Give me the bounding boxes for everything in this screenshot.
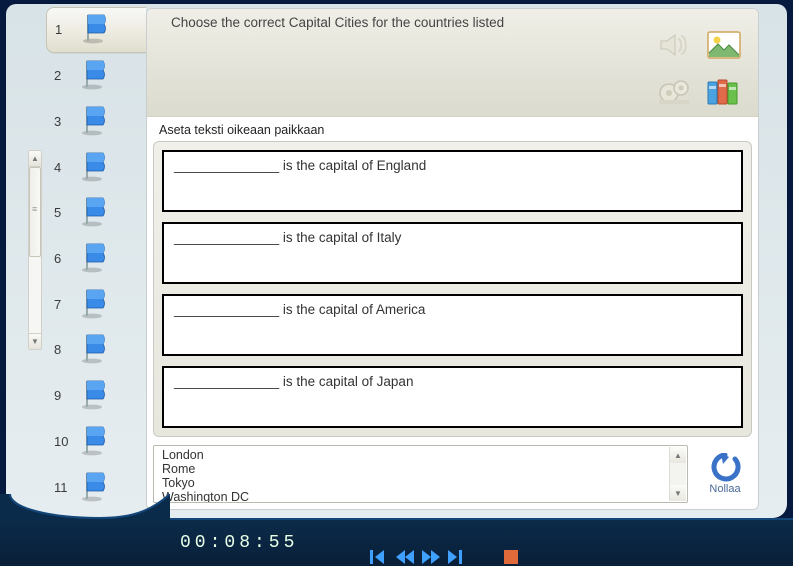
nav-scroll-up[interactable]: ▲ bbox=[29, 151, 41, 167]
main-panel: Choose the correct Capital Cities for th… bbox=[146, 8, 759, 510]
nav-item-10[interactable]: 10 bbox=[46, 419, 146, 465]
nav-scroll-thumb[interactable] bbox=[29, 167, 41, 257]
nav-item-number: 1 bbox=[55, 22, 73, 37]
nav-item-number: 3 bbox=[54, 114, 72, 129]
fill-blank-row-1[interactable]: ______________ is the capital of England bbox=[162, 150, 743, 212]
nav-item-3[interactable]: 3 bbox=[46, 99, 146, 145]
nav-item-number: 10 bbox=[54, 434, 72, 449]
options-scroll-up[interactable]: ▲ bbox=[670, 447, 686, 463]
skip-back-button[interactable] bbox=[370, 550, 388, 564]
undo-icon bbox=[707, 453, 743, 483]
bottom-bar-curve bbox=[0, 494, 170, 520]
nav-item-number: 6 bbox=[54, 251, 72, 266]
question-body: ______________ is the capital of England… bbox=[153, 141, 752, 437]
options-scrollbar[interactable]: ▲ ▼ bbox=[669, 447, 686, 501]
flag-icon bbox=[78, 423, 112, 460]
timer-display: 00:08:55 bbox=[180, 533, 298, 553]
nav-item-9[interactable]: 9 bbox=[46, 373, 146, 419]
flag-icon bbox=[78, 194, 112, 231]
nav-item-number: 5 bbox=[54, 205, 72, 220]
nav-item-number: 9 bbox=[54, 388, 72, 403]
answer-option[interactable]: Rome bbox=[162, 462, 667, 476]
work-area: ▲ ▼ 1 2 3 4 5 6 7 8 9 10 11 Choose the correct Cap… bbox=[6, 4, 787, 518]
flag-icon bbox=[79, 11, 113, 48]
files-icon[interactable] bbox=[702, 71, 746, 111]
flag-icon bbox=[78, 149, 112, 186]
options-row: LondonRomeTokyoWashington DC ▲ ▼ Nollaa bbox=[147, 441, 758, 509]
fill-blank-row-2[interactable]: ______________ is the capital of Italy bbox=[162, 222, 743, 284]
skip-forward-button[interactable] bbox=[448, 550, 466, 564]
rewind-button[interactable] bbox=[396, 550, 414, 564]
fast-forward-button[interactable] bbox=[422, 550, 440, 564]
answer-option[interactable]: Washington DC bbox=[162, 490, 667, 503]
image-icon[interactable] bbox=[702, 25, 746, 65]
answer-option[interactable]: Tokyo bbox=[162, 476, 667, 490]
video-icon[interactable] bbox=[652, 71, 696, 111]
instruction-text: Aseta teksti oikeaan paikkaan bbox=[147, 117, 758, 139]
options-scroll-track[interactable] bbox=[670, 463, 686, 485]
nav-item-number: 4 bbox=[54, 160, 72, 175]
flag-icon bbox=[78, 103, 112, 140]
flag-icon bbox=[78, 377, 112, 414]
fill-blank-row-3[interactable]: ______________ is the capital of America bbox=[162, 294, 743, 356]
nav-item-5[interactable]: 5 bbox=[46, 190, 146, 236]
question-header: Choose the correct Capital Cities for th… bbox=[147, 9, 758, 117]
question-nav: 1 2 3 4 5 6 7 8 9 10 11 bbox=[46, 7, 146, 510]
answer-option[interactable]: London bbox=[162, 448, 667, 462]
nav-item-2[interactable]: 2 bbox=[46, 53, 146, 99]
question-title: Choose the correct Capital Cities for th… bbox=[171, 15, 504, 30]
nav-scroll-down[interactable]: ▼ bbox=[29, 333, 41, 349]
stop-button[interactable] bbox=[504, 550, 518, 564]
nav-item-7[interactable]: 7 bbox=[46, 281, 146, 327]
flag-icon bbox=[78, 57, 112, 94]
nav-item-8[interactable]: 8 bbox=[46, 327, 146, 373]
flag-icon bbox=[78, 240, 112, 277]
media-icons bbox=[652, 25, 746, 111]
playback-controls bbox=[370, 550, 518, 564]
fill-blank-row-4[interactable]: ______________ is the capital of Japan bbox=[162, 366, 743, 428]
nav-item-number: 11 bbox=[54, 480, 72, 495]
flag-icon bbox=[78, 286, 112, 323]
nav-item-number: 8 bbox=[54, 342, 72, 357]
options-scroll-down[interactable]: ▼ bbox=[670, 485, 686, 501]
bottom-bar: 00:08:55 bbox=[0, 518, 793, 566]
nav-item-4[interactable]: 4 bbox=[46, 144, 146, 190]
nav-item-number: 2 bbox=[54, 68, 72, 83]
audio-icon[interactable] bbox=[652, 25, 696, 65]
nav-item-1[interactable]: 1 bbox=[46, 7, 146, 53]
reset-label: Nollaa bbox=[709, 483, 740, 495]
nav-scrollbar[interactable]: ▲ ▼ bbox=[28, 150, 42, 350]
flag-icon bbox=[78, 331, 112, 368]
nav-item-6[interactable]: 6 bbox=[46, 236, 146, 282]
nav-scroll-track[interactable] bbox=[29, 167, 41, 333]
nav-item-number: 7 bbox=[54, 297, 72, 312]
answer-options-list[interactable]: LondonRomeTokyoWashington DC ▲ ▼ bbox=[153, 445, 688, 503]
reset-button[interactable]: Nollaa bbox=[698, 445, 752, 503]
